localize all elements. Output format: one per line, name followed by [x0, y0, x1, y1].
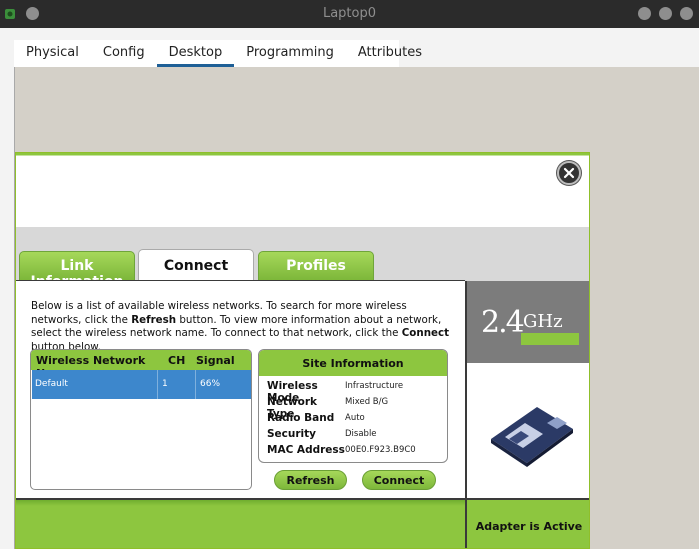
mac-address-label: MAC Address [267, 444, 345, 456]
column-header-name: Wireless Network Name [36, 354, 146, 380]
tab-profiles[interactable]: Profiles [258, 251, 374, 281]
tab-desktop[interactable]: Desktop [156, 40, 235, 67]
device-tabs: Physical Config Desktop Programming Attr… [14, 40, 422, 67]
radio-band-value: Auto [345, 413, 365, 423]
tab-physical[interactable]: Physical [14, 40, 91, 67]
wireless-card-icon [491, 407, 573, 467]
panel-header [16, 153, 589, 227]
frequency-number: 2.4 [481, 305, 525, 340]
close-window-button[interactable] [680, 7, 693, 20]
column-header-signal: Signal [196, 354, 235, 367]
site-info-row-security: Security Disable [267, 428, 377, 440]
site-info-row-radio-band: Radio Band Auto [267, 412, 365, 424]
adapter-status: Adapter is Active [465, 498, 589, 548]
instructions-text: Below is a list of available wireless ne… [31, 300, 459, 354]
network-ch-cell: 1 [158, 370, 196, 399]
site-information-box: Site Information Wireless Mode Infrastru… [258, 349, 448, 463]
network-signal-cell: 66% [200, 379, 221, 389]
tab-link-information[interactable]: Link Information [19, 251, 135, 290]
instructions-refresh-word: Refresh [131, 313, 177, 326]
radio-band-label: Radio Band [267, 412, 335, 424]
refresh-button[interactable]: Refresh [274, 470, 347, 490]
close-panel-button[interactable] [557, 161, 581, 185]
maximize-button[interactable] [659, 7, 672, 20]
pc-wireless-panel: Link Information Connect Profiles Below … [15, 152, 590, 549]
tab-programming[interactable]: Programming [234, 40, 346, 67]
minimize-button[interactable] [638, 7, 651, 20]
tab-attributes[interactable]: Attributes [346, 40, 434, 67]
connect-button[interactable]: Connect [362, 470, 436, 490]
instructions-connect-word: Connect [401, 327, 450, 339]
frequency-badge-bar [521, 333, 579, 345]
network-row-default[interactable]: Default 1 66% [32, 370, 251, 399]
connect-main-area: Below is a list of available wireless ne… [16, 281, 465, 498]
wireless-network-list: Wireless Network Name CH Signal Default … [30, 349, 252, 490]
security-value: Disable [345, 429, 377, 439]
site-info-row-mac-address: MAC Address 00E0.F923.B9C0 [267, 444, 416, 456]
mac-address-value: 00E0.F923.B9C0 [345, 445, 416, 455]
frequency-badge: 2.4 GHz [467, 281, 589, 363]
frequency-unit: GHz [523, 311, 563, 332]
tab-config[interactable]: Config [91, 40, 157, 67]
column-header-ch: CH [168, 354, 186, 367]
window-title: Laptop0 [322, 6, 377, 21]
bottom-bar [16, 498, 465, 548]
close-icon [563, 167, 575, 179]
network-name-cell: Default [32, 370, 158, 399]
site-information-title: Site Information [259, 350, 447, 376]
tab-connect[interactable]: Connect [138, 249, 254, 282]
network-list-header: Wireless Network Name CH Signal [31, 350, 251, 380]
security-label: Security [267, 428, 317, 440]
title-bar: Laptop0 [0, 0, 699, 28]
